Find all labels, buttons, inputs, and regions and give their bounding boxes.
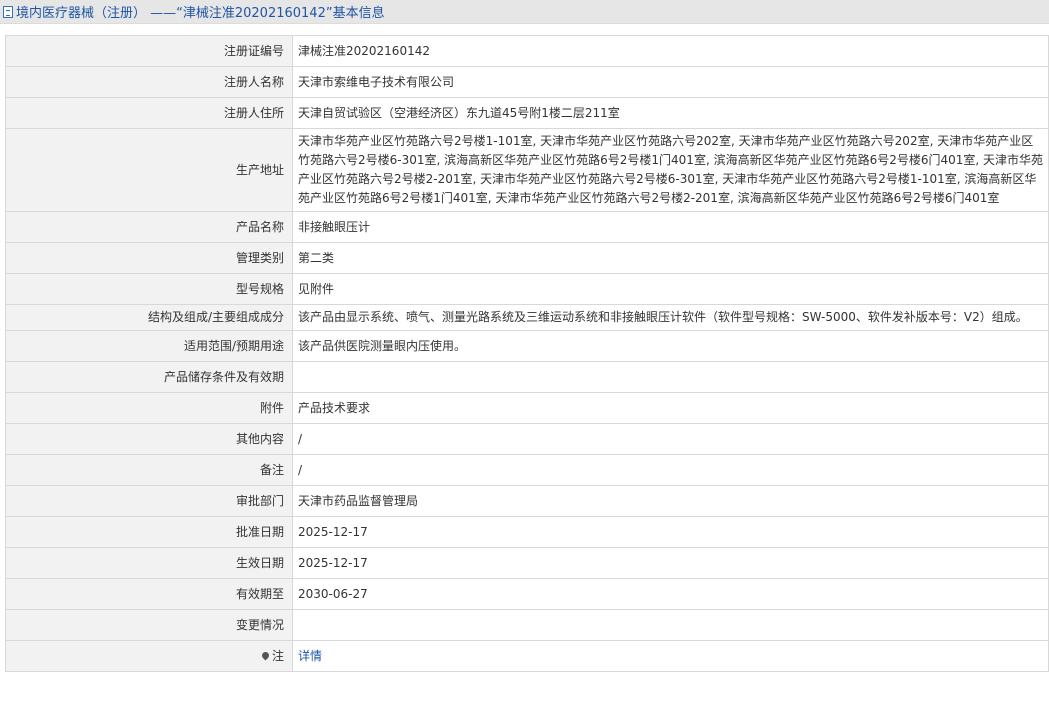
table-row: 批准日期 2025-12-17 [5, 516, 1049, 548]
row-value-registrant-name: 天津市索维电子技术有限公司 [292, 66, 1049, 98]
row-label-registrant-name: 注册人名称 [5, 66, 293, 98]
row-value-change-history [292, 609, 1049, 641]
table-row: 注 详情 [5, 640, 1049, 672]
row-value-effective-date: 2025-12-17 [292, 547, 1049, 579]
row-label-product-name: 产品名称 [5, 211, 293, 243]
row-value-registrant-address: 天津自贸试验区（空港经济区）东九道45号附1楼二层211室 [292, 97, 1049, 129]
row-value-approval-department: 天津市药品监督管理局 [292, 485, 1049, 517]
row-label-structure: 结构及组成/主要组成成分 [5, 304, 293, 331]
row-value-management-category: 第二类 [292, 242, 1049, 274]
row-label-note: 注 [5, 640, 293, 672]
row-label-registration-number: 注册证编号 [5, 35, 293, 67]
header-bar: 境内医疗器械（注册） ——“津械注准20202160142”基本信息 [0, 0, 1049, 24]
table-row: 审批部门 天津市药品监督管理局 [5, 485, 1049, 517]
table-row: 产品储存条件及有效期 [5, 361, 1049, 393]
table-row: 型号规格 见附件 [5, 273, 1049, 305]
row-value-intended-use: 该产品供医院测量眼内压使用。 [292, 330, 1049, 362]
details-link[interactable]: 详情 [298, 649, 322, 663]
row-label-effective-date: 生效日期 [5, 547, 293, 579]
table-row: 注册证编号 津械注准20202160142 [5, 35, 1049, 67]
row-label-production-address: 生产地址 [5, 128, 293, 212]
page: 境内医疗器械（注册） ——“津械注准20202160142”基本信息 注册证编号… [0, 0, 1049, 720]
row-value-registration-number: 津械注准20202160142 [292, 35, 1049, 67]
row-label-approval-date: 批准日期 [5, 516, 293, 548]
row-value-storage [292, 361, 1049, 393]
table-row: 注册人名称 天津市索维电子技术有限公司 [5, 66, 1049, 98]
table-row: 生产地址 天津市华苑产业区竹苑路六号2号楼1-101室, 天津市华苑产业区竹苑路… [5, 128, 1049, 212]
row-label-intended-use: 适用范围/预期用途 [5, 330, 293, 362]
row-label-model-spec: 型号规格 [5, 273, 293, 305]
row-value-product-name: 非接触眼压计 [292, 211, 1049, 243]
row-value-production-address: 天津市华苑产业区竹苑路六号2号楼1-101室, 天津市华苑产业区竹苑路六号202… [292, 128, 1049, 212]
table-row: 产品名称 非接触眼压计 [5, 211, 1049, 243]
row-value-other-content: / [292, 423, 1049, 455]
row-label-storage: 产品储存条件及有效期 [5, 361, 293, 393]
table-row: 生效日期 2025-12-17 [5, 547, 1049, 579]
row-label-expiry-date: 有效期至 [5, 578, 293, 610]
note-label-text: 注 [271, 648, 284, 663]
row-label-remarks: 备注 [5, 454, 293, 486]
row-label-other-content: 其他内容 [5, 423, 293, 455]
info-table: 注册证编号 津械注准20202160142 注册人名称 天津市索维电子技术有限公… [5, 35, 1049, 672]
table-row: 变更情况 [5, 609, 1049, 641]
row-value-remarks: / [292, 454, 1049, 486]
document-icon [3, 6, 13, 18]
row-value-model-spec: 见附件 [292, 273, 1049, 305]
row-value-structure: 该产品由显示系统、喷气、测量光路系统及三维运动系统和非接触眼压计软件（软件型号规… [292, 304, 1049, 331]
row-value-note: 详情 [292, 640, 1049, 672]
table-row: 适用范围/预期用途 该产品供医院测量眼内压使用。 [5, 330, 1049, 362]
table-row: 结构及组成/主要组成成分 该产品由显示系统、喷气、测量光路系统及三维运动系统和非… [5, 304, 1049, 331]
row-label-approval-department: 审批部门 [5, 485, 293, 517]
table-row: 其他内容 / [5, 423, 1049, 455]
row-value-approval-date: 2025-12-17 [292, 516, 1049, 548]
row-value-expiry-date: 2030-06-27 [292, 578, 1049, 610]
pin-icon [260, 650, 271, 660]
row-value-attachment: 产品技术要求 [292, 392, 1049, 424]
table-row: 注册人住所 天津自贸试验区（空港经济区）东九道45号附1楼二层211室 [5, 97, 1049, 129]
table-row: 有效期至 2030-06-27 [5, 578, 1049, 610]
row-label-attachment: 附件 [5, 392, 293, 424]
table-row: 管理类别 第二类 [5, 242, 1049, 274]
row-label-management-category: 管理类别 [5, 242, 293, 274]
page-title: 境内医疗器械（注册） ——“津械注准20202160142”基本信息 [16, 6, 385, 21]
table-row: 附件 产品技术要求 [5, 392, 1049, 424]
row-label-registrant-address: 注册人住所 [5, 97, 293, 129]
table-row: 备注 / [5, 454, 1049, 486]
row-label-change-history: 变更情况 [5, 609, 293, 641]
